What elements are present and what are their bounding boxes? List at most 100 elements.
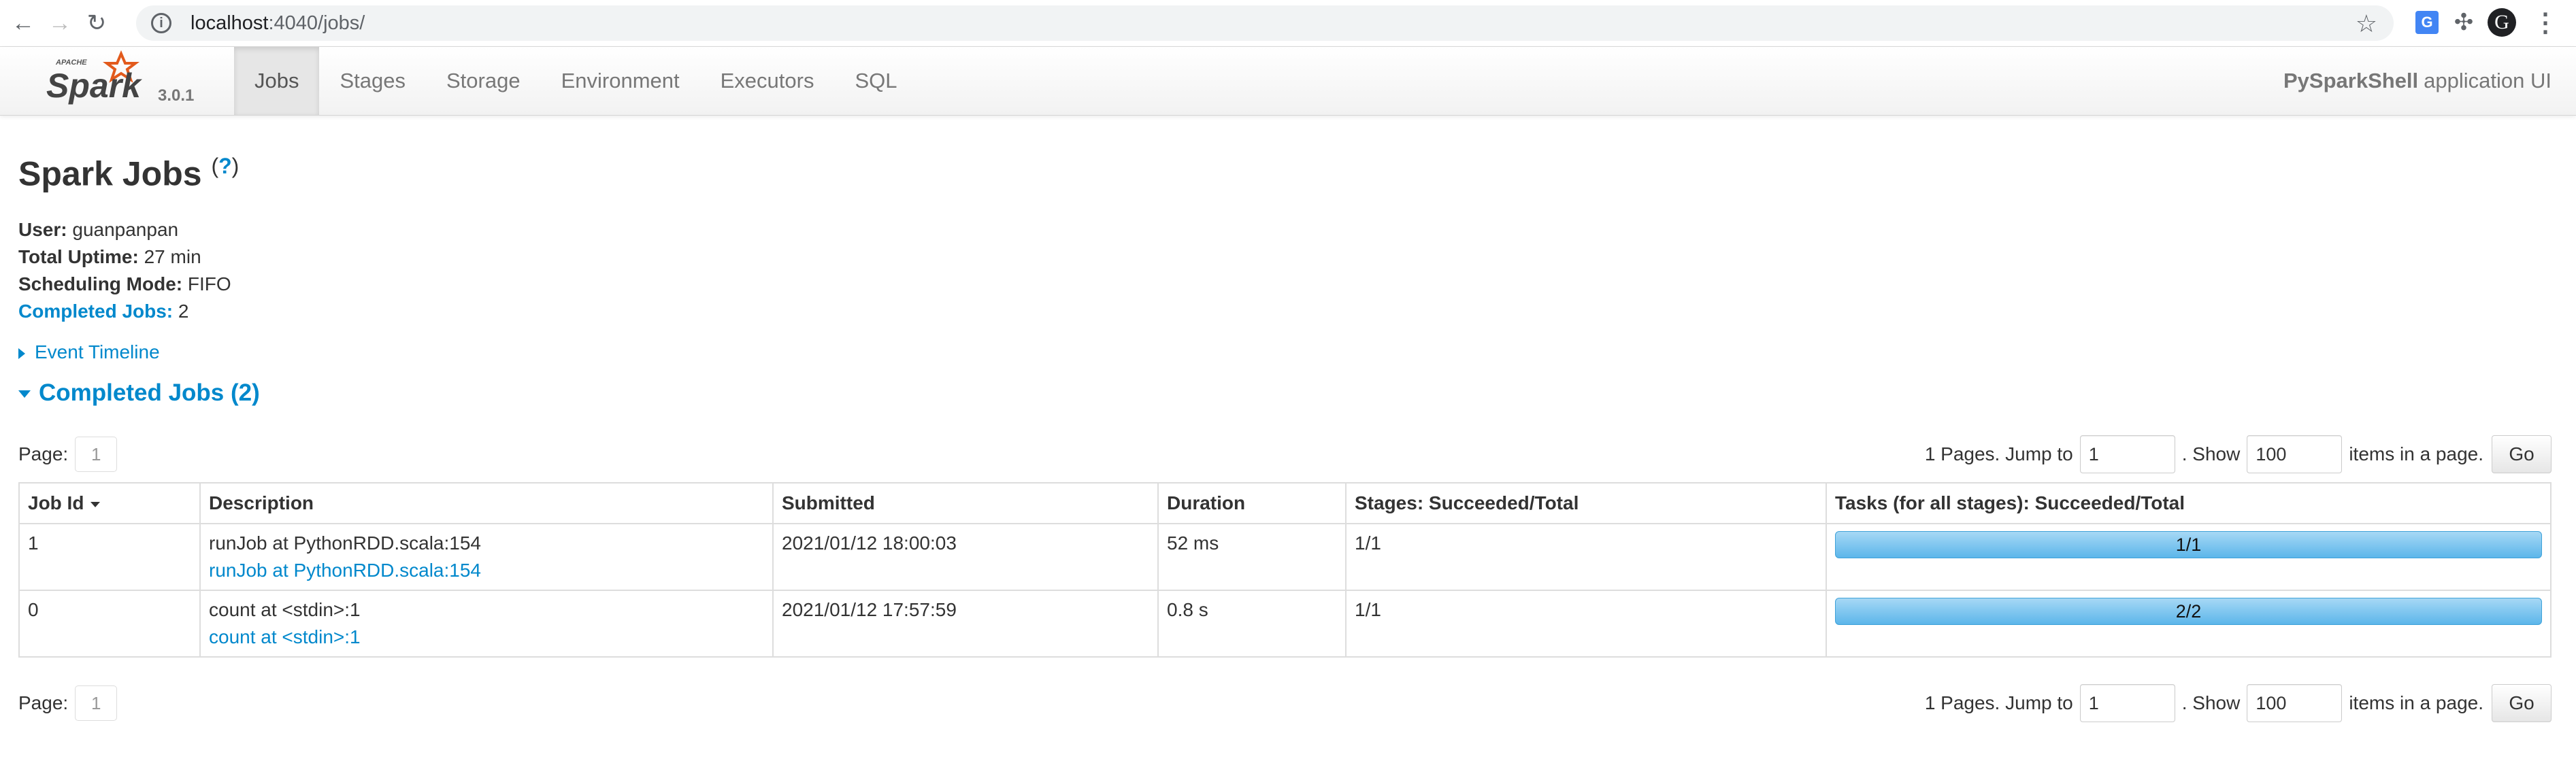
cell-description: count at <stdin>:1 count at <stdin>:1	[199, 590, 774, 658]
event-timeline-label: Event Timeline	[35, 341, 160, 362]
forward-arrow-icon[interactable]: →	[46, 10, 73, 37]
summary-completed-value: 2	[178, 301, 189, 322]
table-row: 0 count at <stdin>:1 count at <stdin>:1 …	[18, 590, 2552, 658]
page-number-button[interactable]: 1	[75, 685, 118, 721]
header-stages[interactable]: Stages: Succeeded/Total	[1345, 482, 1827, 524]
pagination-bottom: Page: 1 1 Pages. Jump to 1 . Show 100 it…	[18, 683, 2552, 724]
go-button[interactable]: Go	[2492, 684, 2552, 722]
cell-job-id: 1	[18, 523, 201, 591]
event-timeline-toggle[interactable]: Event Timeline	[18, 341, 160, 363]
page-label: Page:	[18, 443, 69, 464]
bookmark-star-icon[interactable]: ☆	[2356, 10, 2377, 38]
tab-sql[interactable]: SQL	[834, 47, 917, 115]
description-text: count at <stdin>:1	[209, 599, 361, 620]
header-submitted[interactable]: Submitted	[772, 482, 1159, 524]
page-indicator: Page: 1	[18, 434, 118, 475]
jump-to-page-input[interactable]: 1	[2079, 684, 2175, 722]
table-row: 1 runJob at PythonRDD.scala:154 runJob a…	[18, 523, 2552, 591]
page-title-text: Spark Jobs	[18, 154, 202, 193]
header-duration[interactable]: Duration	[1157, 482, 1347, 524]
brand[interactable]: APACHE Spark 3.0.1	[0, 47, 234, 115]
app-name-suffix: application UI	[2424, 69, 2552, 92]
summary-scheduling: Scheduling Mode: FIFO	[18, 271, 231, 298]
application-name: PySparkShell application UI	[2283, 47, 2552, 115]
description-link[interactable]: runJob at PythonRDD.scala:154	[209, 557, 764, 584]
header-job-id-label: Job Id	[28, 492, 84, 513]
spark-navbar: APACHE Spark 3.0.1 Jobs Stages Storage E…	[0, 47, 2576, 116]
help-question-mark[interactable]: ?	[218, 154, 232, 178]
summary-scheduling-value: FIFO	[187, 273, 231, 294]
summary-uptime: Total Uptime: 27 min	[18, 243, 231, 271]
pages-text: 1 Pages. Jump to	[1924, 443, 2073, 464]
svg-text:APACHE: APACHE	[55, 58, 87, 67]
page-label: Page:	[18, 692, 69, 713]
pages-text: 1 Pages. Jump to	[1924, 692, 2073, 713]
cell-submitted: 2021/01/12 18:00:03	[772, 523, 1159, 591]
url-text[interactable]: localhost:4040/jobs/	[191, 12, 365, 35]
description-text: runJob at PythonRDD.scala:154	[209, 532, 481, 554]
completed-jobs-toggle[interactable]: Completed Jobs (2)	[18, 379, 260, 407]
nav-tabs: Jobs Stages Storage Environment Executor…	[234, 47, 917, 115]
table-header-row: Job Id Description Submitted Duration St…	[18, 482, 2552, 524]
browser-menu-icon[interactable]: ⋮	[2530, 7, 2561, 38]
tab-executors[interactable]: Executors	[700, 47, 835, 115]
browser-toolbar: ← → ↻ i localhost:4040/jobs/ ☆ G ✣ G ⋮	[0, 0, 2576, 47]
header-tasks[interactable]: Tasks (for all stages): Succeeded/Total	[1826, 482, 2552, 524]
svg-text:Spark: Spark	[46, 67, 142, 105]
profile-avatar-icon[interactable]: G	[2486, 7, 2517, 38]
url-host: localhost	[191, 12, 269, 34]
spark-version: 3.0.1	[158, 86, 195, 105]
info-icon[interactable]: i	[151, 13, 171, 33]
reload-icon[interactable]: ↻	[83, 10, 110, 37]
summary-uptime-value: 27 min	[144, 246, 201, 267]
header-job-id[interactable]: Job Id	[18, 482, 201, 524]
completed-jobs-heading: Completed Jobs (2)	[39, 379, 260, 406]
page-size-input[interactable]: 100	[2247, 435, 2343, 473]
cell-duration: 52 ms	[1157, 523, 1347, 591]
cell-submitted: 2021/01/12 17:57:59	[772, 590, 1159, 658]
sort-desc-icon	[90, 501, 101, 507]
header-description[interactable]: Description	[199, 482, 774, 524]
description-link[interactable]: count at <stdin>:1	[209, 624, 764, 651]
tasks-progress-label: 2/2	[2175, 601, 2202, 622]
expand-arrow-icon	[18, 347, 25, 359]
cell-duration: 0.8 s	[1157, 590, 1347, 658]
extensions-puzzle-icon[interactable]: ✣	[2448, 7, 2479, 38]
tab-jobs[interactable]: Jobs	[234, 47, 320, 115]
items-text: items in a page.	[2349, 692, 2483, 713]
show-text: . Show	[2181, 692, 2241, 713]
cell-stages: 1/1	[1345, 523, 1827, 591]
page-number-button[interactable]: 1	[75, 437, 118, 472]
page-controls: 1 Pages. Jump to 1 . Show 100 items in a…	[1925, 434, 2552, 475]
summary-completed-link[interactable]: Completed Jobs:	[18, 301, 173, 322]
cell-tasks: 1/1	[1826, 523, 2552, 591]
page-size-input[interactable]: 100	[2247, 684, 2343, 722]
cell-job-id: 0	[18, 590, 201, 658]
page-indicator: Page: 1	[18, 683, 118, 724]
items-text: items in a page.	[2349, 443, 2483, 464]
tab-environment[interactable]: Environment	[541, 47, 700, 115]
summary-user-value: guanpanpan	[72, 219, 179, 240]
translate-extension-icon[interactable]: G	[2411, 7, 2443, 38]
tasks-progress-bar: 2/2	[1835, 598, 2542, 625]
job-summary: User: guanpanpan Total Uptime: 27 min Sc…	[18, 216, 231, 325]
back-arrow-icon[interactable]: ←	[10, 10, 37, 37]
tasks-progress-bar: 1/1	[1835, 531, 2542, 558]
summary-user: User: guanpanpan	[18, 216, 231, 243]
spark-logo-icon[interactable]: APACHE Spark	[41, 50, 156, 111]
summary-user-label: User:	[18, 219, 67, 240]
collapse-arrow-icon	[18, 390, 31, 399]
summary-uptime-label: Total Uptime:	[18, 246, 139, 267]
go-button[interactable]: Go	[2492, 435, 2552, 473]
cell-description: runJob at PythonRDD.scala:154 runJob at …	[199, 523, 774, 591]
page-controls: 1 Pages. Jump to 1 . Show 100 items in a…	[1925, 683, 2552, 724]
tasks-progress-label: 1/1	[2175, 535, 2202, 555]
address-bar[interactable]: i localhost:4040/jobs/ ☆	[136, 5, 2394, 41]
tab-storage[interactable]: Storage	[426, 47, 541, 115]
jump-to-page-input[interactable]: 1	[2079, 435, 2175, 473]
help-link[interactable]: (?)	[211, 154, 239, 178]
cell-tasks: 2/2	[1826, 590, 2552, 658]
page-title: Spark Jobs (?)	[18, 154, 239, 194]
tab-stages[interactable]: Stages	[319, 47, 426, 115]
app-name-strong: PySparkShell	[2283, 69, 2419, 92]
